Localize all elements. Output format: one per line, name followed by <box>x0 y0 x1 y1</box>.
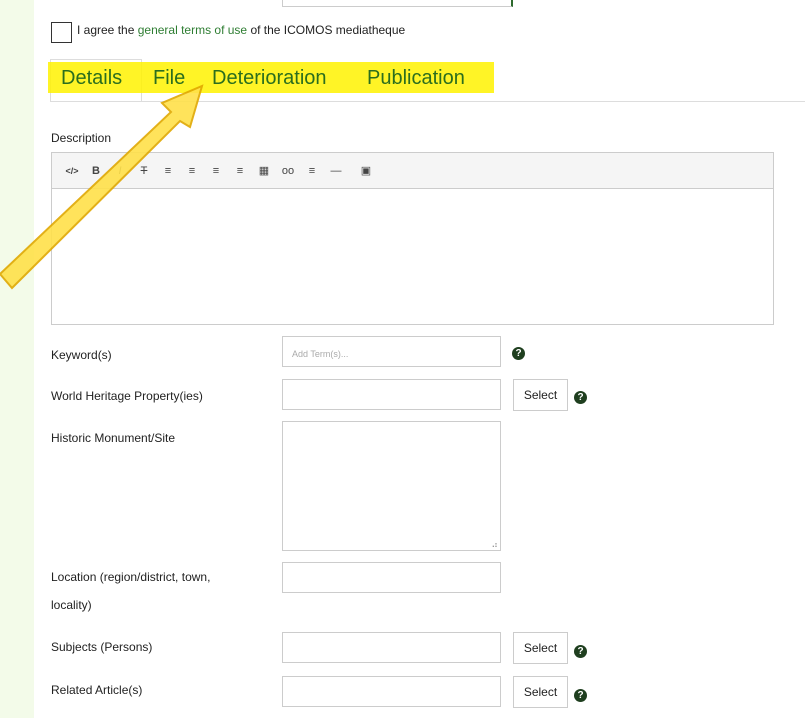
subjects-select-button[interactable]: Select <box>513 632 568 664</box>
location-label-line1: Location (region/district, town, <box>51 570 211 584</box>
ordered-list-icon[interactable]: ≡ <box>181 161 203 181</box>
agreement-text-before: I agree the <box>77 22 138 37</box>
terms-agreement-text: I agree the general terms of use of the … <box>77 23 405 37</box>
related-articles-help-icon[interactable]: ? <box>574 689 587 702</box>
keywords-input[interactable]: Add Term(s)... <box>282 336 501 367</box>
table-icon[interactable]: ▦ <box>253 161 275 181</box>
description-label: Description <box>51 131 112 145</box>
top-input-fragment <box>282 0 513 7</box>
link-icon[interactable]: oo <box>277 161 299 181</box>
keywords-label: Keyword(s) <box>51 348 112 362</box>
world-heritage-help-icon[interactable]: ? <box>574 391 587 404</box>
related-articles-input[interactable] <box>282 676 501 707</box>
subjects-label: Subjects (Persons) <box>51 640 153 654</box>
editor-content-area[interactable] <box>52 189 773 325</box>
indent-icon[interactable]: ≡ <box>229 161 251 181</box>
outdent-icon[interactable]: ≡ <box>205 161 227 181</box>
location-input[interactable] <box>282 562 501 593</box>
tab-deterioration[interactable]: Deterioration <box>212 67 327 90</box>
world-heritage-input[interactable] <box>282 379 501 410</box>
related-articles-label: Related Article(s) <box>51 683 143 697</box>
historic-monument-textarea[interactable]: ⣠ <box>282 421 501 551</box>
terms-of-use-link[interactable]: general terms of use <box>138 23 247 37</box>
strikethrough-icon[interactable]: T <box>133 161 155 181</box>
tab-details[interactable]: Details <box>61 67 122 90</box>
code-view-icon[interactable]: </> <box>61 161 83 181</box>
agreement-text-after: of the ICOMOS mediatheque <box>247 22 406 37</box>
location-label-line2: locality) <box>51 598 92 612</box>
horizontal-rule-icon[interactable]: — <box>325 161 347 181</box>
italic-icon[interactable]: I <box>109 161 131 181</box>
terms-checkbox[interactable] <box>51 22 72 43</box>
terms-agreement-row: I agree the general terms of use of the … <box>51 22 405 43</box>
related-articles-select-button[interactable]: Select <box>513 676 568 708</box>
world-heritage-label: World Heritage Property(ies) <box>51 389 203 403</box>
historic-monument-label: Historic Monument/Site <box>51 431 176 445</box>
subjects-input[interactable] <box>282 632 501 663</box>
align-icon[interactable]: ≡ <box>301 161 323 181</box>
image-icon[interactable]: ▣ <box>355 161 377 181</box>
world-heritage-select-button[interactable]: Select <box>513 379 568 411</box>
keywords-help-icon[interactable]: ? <box>512 347 525 360</box>
subjects-help-icon[interactable]: ? <box>574 645 587 658</box>
editor-toolbar: </> B I T ≡ ≡ ≡ ≡ ▦ oo ≡ — ▣ <box>52 153 773 189</box>
tab-publication[interactable]: Publication <box>367 67 465 90</box>
tabs-divider <box>50 101 805 102</box>
keywords-placeholder: Add Term(s)... <box>292 349 349 359</box>
description-editor[interactable]: </> B I T ≡ ≡ ≡ ≡ ▦ oo ≡ — ▣ <box>51 152 774 325</box>
unordered-list-icon[interactable]: ≡ <box>157 161 179 181</box>
resize-handle-icon[interactable]: ⣠ <box>491 537 498 548</box>
tab-file[interactable]: File <box>153 67 185 90</box>
bold-icon[interactable]: B <box>85 161 107 181</box>
